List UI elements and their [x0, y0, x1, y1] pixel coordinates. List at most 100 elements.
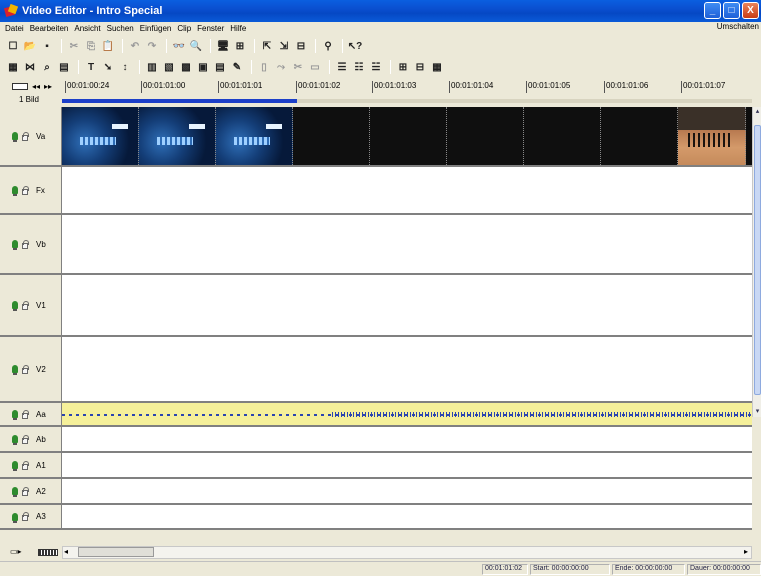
- track-aa[interactable]: Aa: [0, 403, 752, 427]
- paste-icon[interactable]: 📋: [101, 39, 115, 53]
- track-ab[interactable]: Ab: [0, 427, 752, 453]
- find-next-icon[interactable]: 🔍: [189, 39, 203, 53]
- ruler-prev-icon[interactable]: ◂◂: [32, 82, 40, 91]
- close-button[interactable]: X: [742, 2, 759, 19]
- track-lock-icon[interactable]: [22, 131, 29, 141]
- track-visibility-icon[interactable]: [12, 410, 18, 420]
- clip-icon[interactable]: ▣: [196, 60, 210, 74]
- lock-icon[interactable]: ⊟: [294, 39, 308, 53]
- film-icon[interactable]: ▦: [430, 60, 444, 74]
- track-header[interactable]: V2: [0, 337, 62, 401]
- scroll-right-icon[interactable]: ▸: [744, 547, 748, 556]
- horizontal-scrollbar[interactable]: [62, 546, 752, 559]
- track-content[interactable]: [62, 107, 752, 165]
- page-icon[interactable]: ▤: [57, 60, 71, 74]
- track-content[interactable]: [62, 167, 752, 213]
- grid-icon[interactable]: ▦: [6, 60, 20, 74]
- track-lock-icon[interactable]: [22, 460, 29, 470]
- storyboard-icon[interactable]: ▩: [179, 60, 193, 74]
- marker-icon[interactable]: ↕: [118, 60, 132, 74]
- trim-icon[interactable]: ⋈: [23, 60, 37, 74]
- timeline-icon[interactable]: ▥: [145, 60, 159, 74]
- video-frame-thumbnail[interactable]: [62, 107, 139, 165]
- track-lock-icon[interactable]: [22, 512, 29, 521]
- track-content[interactable]: [62, 215, 752, 273]
- split-icon[interactable]: ⊞: [233, 39, 247, 53]
- track-lock-icon[interactable]: [22, 300, 29, 310]
- track-visibility-icon[interactable]: [12, 301, 18, 311]
- track-header[interactable]: Vb: [0, 215, 62, 273]
- track-content[interactable]: [62, 337, 752, 401]
- track-lock-icon[interactable]: [22, 364, 29, 374]
- new-icon[interactable]: ☐: [6, 39, 20, 53]
- menu-datei[interactable]: Datei: [2, 24, 27, 33]
- track-header[interactable]: A3: [0, 505, 62, 528]
- track-lock-icon[interactable]: [22, 185, 29, 195]
- menu-ansicht[interactable]: Ansicht: [71, 24, 103, 33]
- redo-icon[interactable]: ↷: [145, 39, 159, 53]
- track-visibility-icon[interactable]: [12, 487, 18, 497]
- export-icon[interactable]: ⇱: [260, 39, 274, 53]
- open-icon[interactable]: 📂: [23, 39, 37, 53]
- render-icon[interactable]: ▤: [213, 60, 227, 74]
- track-header[interactable]: A2: [0, 479, 62, 503]
- track-content[interactable]: [62, 403, 752, 425]
- help-icon[interactable]: ↖?: [348, 39, 363, 53]
- video-frame-thumbnail[interactable]: [139, 107, 216, 165]
- dim-tool-1-icon[interactable]: ▯: [257, 60, 271, 74]
- zoom-slider-icon[interactable]: [38, 549, 58, 556]
- menu-clip[interactable]: Clip: [174, 24, 194, 33]
- cut-icon[interactable]: ✂: [67, 39, 81, 53]
- track-visibility-icon[interactable]: [12, 512, 18, 523]
- menu-umschalten[interactable]: Umschalten: [717, 22, 759, 31]
- track-content[interactable]: [62, 275, 752, 335]
- track-header[interactable]: A1: [0, 453, 62, 477]
- menu-hilfe[interactable]: Hilfe: [227, 24, 249, 33]
- dim-tool-2-icon[interactable]: ⤳: [274, 60, 288, 74]
- group-icon[interactable]: ⊞: [396, 60, 410, 74]
- find-icon[interactable]: 👓: [172, 39, 186, 53]
- track-vb[interactable]: Vb: [0, 215, 752, 275]
- scroll-left-icon[interactable]: ◂: [64, 547, 68, 556]
- effect-icon[interactable]: ✎: [230, 60, 244, 74]
- video-frame-thumbnail[interactable]: [447, 107, 524, 165]
- track-v2[interactable]: V2: [0, 337, 752, 403]
- track-a2[interactable]: A2: [0, 479, 752, 505]
- video-frame-thumbnail[interactable]: [293, 107, 370, 165]
- align-left-icon[interactable]: ☰: [335, 60, 349, 74]
- menu-suchen[interactable]: Suchen: [104, 24, 137, 33]
- arrow-icon[interactable]: ➘: [101, 60, 115, 74]
- undo-icon[interactable]: ↶: [128, 39, 142, 53]
- copy-icon[interactable]: ⎘: [84, 39, 98, 53]
- track-header[interactable]: V1: [0, 275, 62, 335]
- video-frame-thumbnail[interactable]: [370, 107, 447, 165]
- ruler-next-icon[interactable]: ▸▸: [44, 82, 52, 91]
- minimize-button[interactable]: _: [704, 2, 721, 19]
- video-frame-thumbnail[interactable]: [524, 107, 601, 165]
- view-mode-icon[interactable]: ▭▸: [10, 547, 22, 556]
- track-a1[interactable]: A1: [0, 453, 752, 479]
- dim-tool-3-icon[interactable]: ✂: [291, 60, 305, 74]
- binoculars-icon[interactable]: ⚲: [321, 39, 335, 53]
- track-visibility-icon[interactable]: [12, 132, 18, 142]
- track-visibility-icon[interactable]: [12, 461, 18, 471]
- menu-einfuegen[interactable]: Einfügen: [137, 24, 175, 33]
- scroll-up-icon[interactable]: ▴: [753, 107, 761, 117]
- track-content[interactable]: [62, 479, 752, 503]
- transition-icon[interactable]: ▧: [162, 60, 176, 74]
- video-frame-thumbnail[interactable]: [601, 107, 678, 165]
- dim-tool-4-icon[interactable]: ▭: [308, 60, 322, 74]
- track-v1[interactable]: V1: [0, 275, 752, 337]
- scroll-down-icon[interactable]: ▾: [753, 407, 761, 417]
- track-header[interactable]: Ab: [0, 427, 62, 451]
- vertical-scroll-thumb[interactable]: [754, 125, 761, 395]
- track-a3[interactable]: A3: [0, 505, 752, 530]
- track-visibility-icon[interactable]: [12, 240, 18, 250]
- menu-bearbeiten[interactable]: Bearbeiten: [27, 24, 72, 33]
- align-center-icon[interactable]: ☷: [352, 60, 366, 74]
- track-visibility-icon[interactable]: [12, 365, 18, 375]
- ruler-view-icon[interactable]: [12, 83, 28, 90]
- ungroup-icon[interactable]: ⊟: [413, 60, 427, 74]
- track-content[interactable]: [62, 427, 752, 451]
- vertical-scrollbar[interactable]: ▴ ▾: [752, 107, 761, 417]
